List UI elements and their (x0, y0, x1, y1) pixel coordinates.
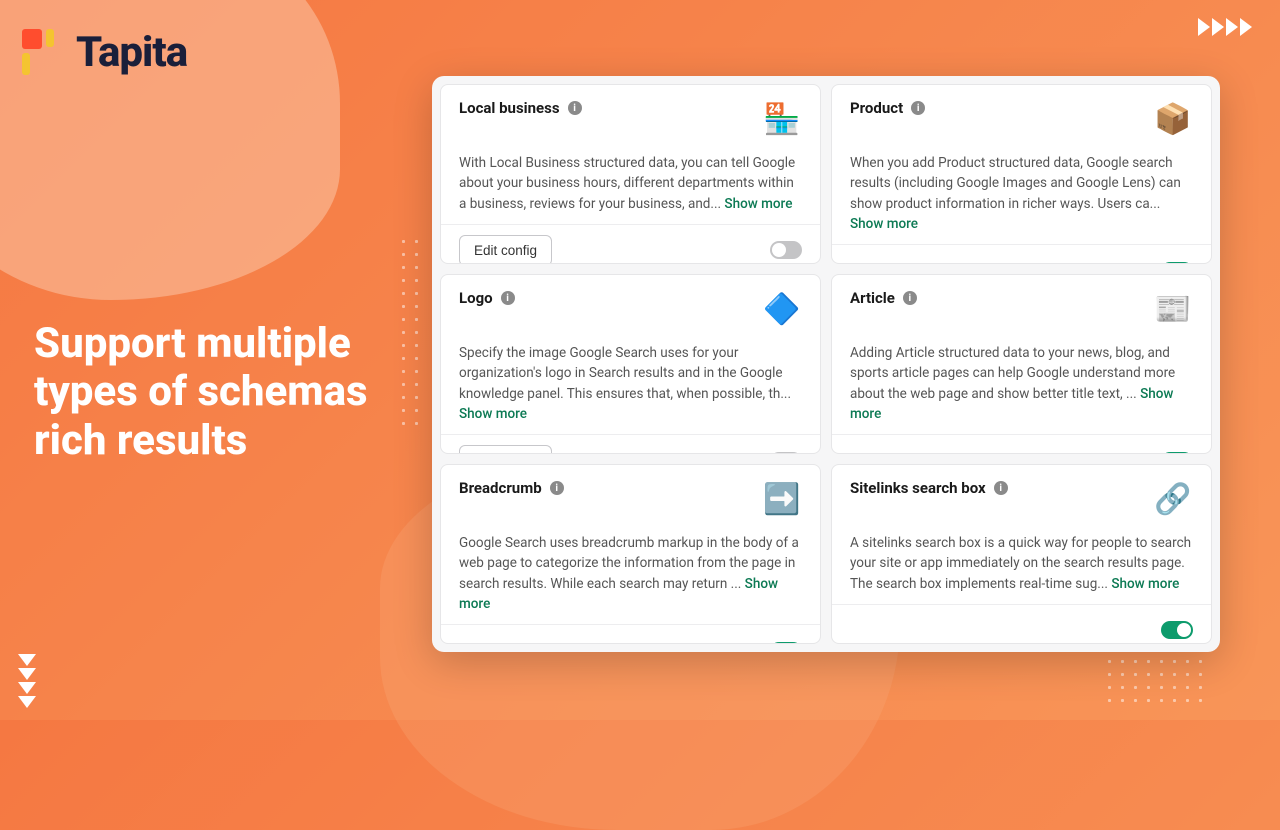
info-icon[interactable]: i (568, 101, 582, 115)
card-title: Local business (459, 99, 560, 117)
show-more-link[interactable]: Show more (1111, 576, 1179, 592)
show-more-link[interactable]: Show more (459, 576, 778, 612)
card-description: When you add Product structured data, Go… (850, 153, 1193, 234)
schema-type-icon: ➡️ (762, 479, 802, 519)
logo-mark-icon (22, 29, 64, 77)
schema-card: Logoi 🔷 Specify the image Google Search us… (440, 274, 821, 454)
enable-toggle[interactable] (770, 642, 802, 645)
brand-logo: Tapita (22, 28, 187, 77)
dots-right-decor (1108, 647, 1202, 702)
info-icon[interactable]: i (903, 291, 917, 305)
enable-toggle[interactable] (1161, 262, 1193, 265)
page-headline: Support multiple types of schemas rich r… (34, 320, 404, 465)
card-description: With Local Business structured data, you… (459, 153, 802, 214)
dots-left-decor (402, 240, 418, 425)
info-icon[interactable]: i (911, 101, 925, 115)
chevrons-top-decor (1198, 18, 1252, 36)
info-icon[interactable]: i (994, 481, 1008, 495)
schema-card: Sitelinks search box i 🔗 A sitelinks search… (831, 464, 1212, 644)
show-more-link[interactable]: Show more (850, 216, 918, 232)
card-title: Breadcrumb (459, 479, 542, 497)
schema-card: Product i 📦 When you add Product structured… (831, 84, 1212, 264)
card-description: Google Search uses breadcrumb markup in … (459, 533, 802, 614)
card-description: A sitelinks search box is a quick way fo… (850, 533, 1193, 594)
info-icon[interactable]: i (550, 481, 564, 495)
card-description: Adding Article structured data to your n… (850, 343, 1193, 424)
info-icon[interactable]: i (501, 291, 515, 305)
schema-type-icon: 🏪 (762, 99, 802, 139)
card-title: Logo (459, 289, 493, 307)
card-title: Product (850, 99, 903, 117)
schema-card: Local business i 🏪 With Local Business stru… (440, 84, 821, 264)
card-description: Specify the image Google Search uses for… (459, 343, 802, 424)
card-title: Article (850, 289, 895, 307)
schema-card: Article i 📰 Adding Article structured data … (831, 274, 1212, 454)
chevrons-bottom-decor (18, 654, 36, 708)
enable-toggle[interactable] (770, 241, 802, 259)
edit-config-button[interactable]: Edit config (459, 445, 552, 454)
show-more-link[interactable]: Show more (724, 196, 792, 212)
enable-toggle[interactable] (1161, 621, 1193, 639)
schema-type-icon: 📦 (1153, 99, 1193, 139)
schema-cards-panel: Local business i 🏪 With Local Business stru… (432, 76, 1220, 652)
schema-card: Breadcrumb i ➡️ Google Search uses breadcru… (440, 464, 821, 644)
brand-name: Tapita (76, 28, 187, 77)
enable-toggle[interactable] (770, 452, 802, 455)
enable-toggle[interactable] (1161, 452, 1193, 455)
schema-type-icon: 📰 (1153, 289, 1193, 329)
edit-config-button[interactable]: Edit config (459, 235, 552, 264)
schema-type-icon: 🔷 (762, 289, 802, 329)
schema-type-icon: 🔗 (1153, 479, 1193, 519)
card-title: Sitelinks search box (850, 479, 986, 497)
show-more-link[interactable]: Show more (850, 386, 1173, 422)
show-more-link[interactable]: Show more (459, 406, 527, 422)
